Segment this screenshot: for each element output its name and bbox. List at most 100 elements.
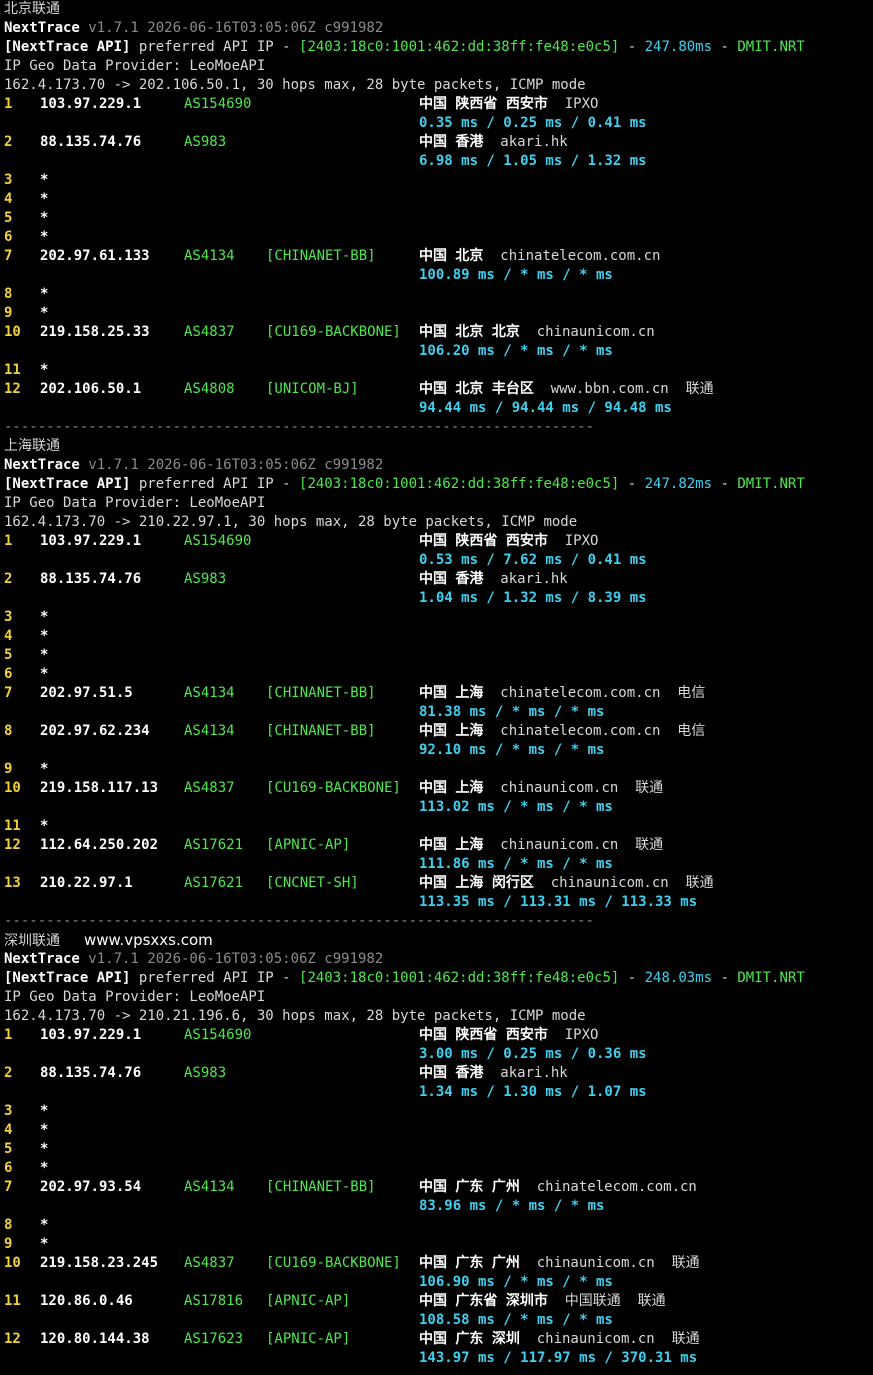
api-ip: [2403:18c0:1001:462:dd:38ff:fe48:e0c5] <box>299 476 620 492</box>
api-node: DMIT.NRT <box>737 39 805 55</box>
hop-ip: 88.135.74.76 <box>40 571 142 587</box>
hop-isp: 电信 <box>660 723 706 739</box>
hop-location: 中国 上海 <box>419 780 484 796</box>
trace-header-line: 162.4.173.70 -> 210.21.196.6, 30 hops ma… <box>4 1007 586 1026</box>
nexttrace-label: NextTrace <box>4 457 80 473</box>
hop-isp: 联通 <box>654 1331 700 1347</box>
hop-ip: * <box>40 1217 49 1233</box>
hop-number: 7 <box>4 1179 13 1195</box>
hop-tag: [CU169-BACKBONE] <box>266 780 401 796</box>
hop-asn: AS4134 <box>184 685 235 701</box>
hop-ip: * <box>40 1236 49 1252</box>
hop-geo: 中国 香港 akari.hk <box>419 1064 568 1083</box>
hop-asn: AS17621 <box>184 875 244 891</box>
hop-number: 5 <box>4 210 13 226</box>
hop-number: 1 <box>4 1027 13 1043</box>
hop-geo: 中国 北京 北京 chinaunicom.cn <box>419 323 655 342</box>
hop-rtt: 1.34 ms / 1.30 ms / 1.07 ms <box>419 1084 647 1100</box>
hop-rtt: 100.89 ms / * ms / * ms <box>419 267 613 283</box>
hop-geo: 中国 上海 闵行区 chinaunicom.cn 联通 <box>419 874 714 893</box>
hop-location: 中国 北京 丰台区 <box>419 381 534 397</box>
hop-host: www.bbn.com.cn <box>533 381 669 397</box>
hop-ip: * <box>40 761 49 777</box>
version-text: v1.7.1 2026-06-16T03:05:06Z c991982 <box>79 457 384 473</box>
api-latency: 248.03ms <box>644 970 713 986</box>
hop-ip: * <box>40 229 49 245</box>
hop-geo: 中国 北京 chinatelecom.com.cn <box>419 247 660 266</box>
hop-geo: 中国 广东 广州 chinaunicom.cn 联通 <box>419 1254 700 1273</box>
api-label: [NextTrace API] <box>4 39 131 55</box>
hop-location: 中国 香港 <box>419 1065 484 1081</box>
hop-number: 2 <box>4 1065 13 1081</box>
hop-ip: 202.97.51.5 <box>40 685 133 701</box>
hop-number: 9 <box>4 761 13 777</box>
hop-ip: * <box>40 609 49 625</box>
hop-asn: AS17621 <box>184 837 244 853</box>
hop-geo: 中国 香港 akari.hk <box>419 133 568 152</box>
hop-number: 2 <box>4 134 13 150</box>
hop-ip: * <box>40 628 49 644</box>
hop-asn: AS17623 <box>184 1331 244 1347</box>
hop-ip: 112.64.250.202 <box>40 837 159 853</box>
hop-geo: 中国 香港 akari.hk <box>419 570 568 589</box>
hop-number: 3 <box>4 172 13 188</box>
hop-location: 中国 北京 <box>419 248 484 264</box>
hop-ip: * <box>40 1122 49 1138</box>
api-label: [NextTrace API] <box>4 970 131 986</box>
hop-number: 8 <box>4 1217 13 1233</box>
hop-number: 7 <box>4 685 13 701</box>
hop-ip: * <box>40 210 49 226</box>
hop-ip: 88.135.74.76 <box>40 1065 142 1081</box>
hop-location: 中国 陕西省 西安市 <box>419 533 548 549</box>
hop-tag: [APNIC-AP] <box>266 1293 351 1309</box>
terminal-window: 北京联通 NextTrace v1.7.1 2026-06-16T03:05:06… <box>0 0 873 1375</box>
hop-ip: * <box>40 286 49 302</box>
hop-asn: AS4134 <box>184 723 235 739</box>
hop-host: chinatelecom.com.cn <box>519 1179 697 1195</box>
hop-location: 中国 陕西省 西安市 <box>419 96 548 112</box>
hop-asn: AS17816 <box>184 1293 244 1309</box>
hop-host: chinatelecom.com.cn <box>483 723 661 739</box>
api-dash2: - <box>712 970 738 986</box>
hop-host: chinaunicom.cn <box>519 324 655 340</box>
hop-number: 6 <box>4 1160 13 1176</box>
hop-asn: AS4837 <box>184 1255 235 1271</box>
hop-host: akari.hk <box>483 571 568 587</box>
hop-rtt: 113.02 ms / * ms / * ms <box>419 799 613 815</box>
hop-number: 4 <box>4 191 13 207</box>
hop-host: IPXO <box>547 96 599 112</box>
hop-ip: * <box>40 1141 49 1157</box>
hop-location: 中国 香港 <box>419 134 484 150</box>
api-line: [NextTrace API] preferred API IP - [2403… <box>4 38 805 57</box>
hop-rtt: 143.97 ms / 117.97 ms / 370.31 ms <box>419 1350 698 1366</box>
trace-header-line: 162.4.173.70 -> 210.22.97.1, 30 hops max… <box>4 513 577 532</box>
hop-number: 12 <box>4 1331 21 1347</box>
hop-number: 8 <box>4 286 13 302</box>
geo-provider-line: IP Geo Data Provider: LeoMoeAPI <box>4 494 265 513</box>
hop-isp: 联通 <box>620 1293 666 1309</box>
hop-number: 2 <box>4 571 13 587</box>
hop-geo: 中国 上海 chinaunicom.cn 联通 <box>419 779 663 798</box>
hop-tag: [CU169-BACKBONE] <box>266 324 401 340</box>
hop-location: 中国 广东省 深圳市 <box>419 1293 548 1309</box>
api-dash: - <box>619 476 645 492</box>
hop-geo: 中国 广东 广州 chinatelecom.com.cn <box>419 1178 697 1197</box>
hop-rtt: 108.58 ms / * ms / * ms <box>419 1312 613 1328</box>
hop-asn: AS983 <box>184 134 227 150</box>
api-dash: - <box>619 39 645 55</box>
api-text: preferred API IP - <box>130 970 300 986</box>
hop-number: 6 <box>4 666 13 682</box>
hop-host: chinaunicom.cn <box>519 1331 655 1347</box>
section-title-line: 北京联通 <box>4 0 60 19</box>
hop-rtt: 6.98 ms / 1.05 ms / 1.32 ms <box>419 153 647 169</box>
hop-asn: AS983 <box>184 571 227 587</box>
hop-geo: 中国 广东 深圳 chinaunicom.cn 联通 <box>419 1330 700 1349</box>
section-title: 上海联通 <box>4 438 60 454</box>
api-text: preferred API IP - <box>130 39 300 55</box>
nexttrace-label: NextTrace <box>4 951 80 967</box>
hop-number: 11 <box>4 818 21 834</box>
hop-number: 7 <box>4 248 13 264</box>
hop-rtt: 3.00 ms / 0.25 ms / 0.36 ms <box>419 1046 647 1062</box>
hop-number: 6 <box>4 229 13 245</box>
api-ip: [2403:18c0:1001:462:dd:38ff:fe48:e0c5] <box>299 970 620 986</box>
